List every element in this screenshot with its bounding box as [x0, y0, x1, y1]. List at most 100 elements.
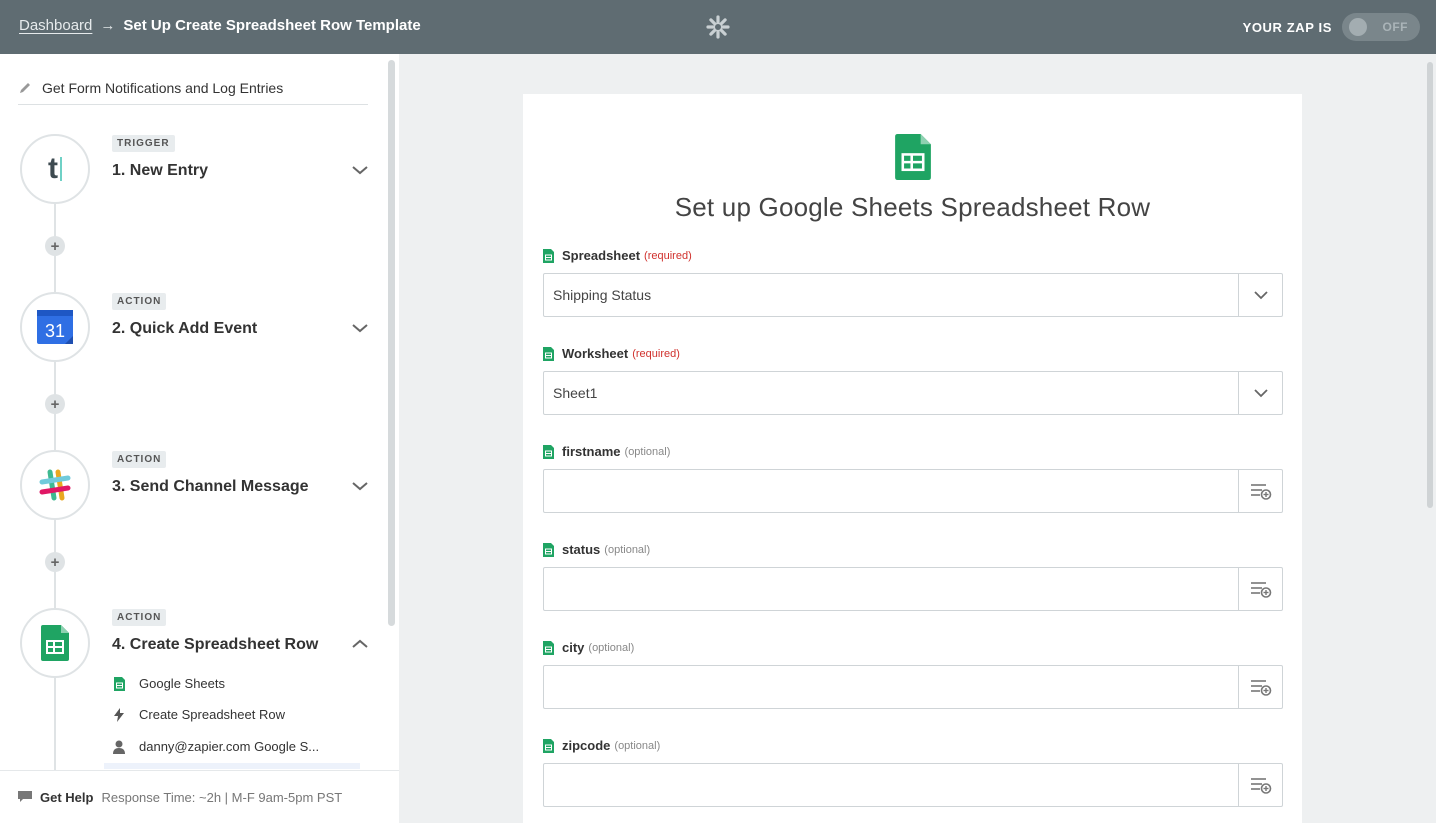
chevron-down-icon — [1253, 290, 1268, 299]
setup-card: Set up Google Sheets Spreadsheet Row Spr… — [523, 94, 1302, 823]
insert-field-button[interactable] — [1238, 764, 1282, 806]
google-calendar-icon: 31 — [37, 310, 73, 344]
toggle-knob — [1349, 18, 1367, 36]
step-4-icon-circle[interactable] — [20, 608, 90, 678]
step-4-action-item[interactable]: Create Spreadsheet Row — [112, 707, 285, 722]
chat-bubble-icon — [18, 791, 32, 802]
response-time-text: Response Time: ~2h | M-F 9am-5pm PST — [101, 789, 343, 805]
google-sheets-icon — [895, 134, 931, 180]
chevron-up-icon[interactable] — [351, 638, 369, 650]
chevron-down-icon[interactable] — [351, 480, 369, 492]
city-input[interactable] — [543, 665, 1283, 709]
lightning-icon — [112, 707, 126, 722]
toggle-state-label: OFF — [1382, 20, 1408, 34]
google-sheets-icon — [112, 676, 126, 691]
add-step-button[interactable]: + — [45, 394, 65, 414]
zap-status-label: YOUR ZAP IS — [1242, 19, 1332, 35]
dropdown-toggle-button[interactable] — [1238, 372, 1282, 414]
google-sheets-icon — [543, 542, 554, 557]
zap-name[interactable]: Get Form Notifications and Log Entries — [18, 80, 368, 105]
user-icon — [112, 740, 126, 754]
top-bar: Dashboard → Set Up Create Spreadsheet Ro… — [0, 0, 1436, 54]
step-4-app-label: Google Sheets — [139, 676, 226, 691]
optional-hint: (optional) — [588, 641, 635, 654]
step-2-tag: ACTION — [112, 293, 167, 310]
city-label: city (optional) — [543, 640, 634, 655]
zapier-asterisk-icon[interactable] — [706, 15, 730, 39]
worksheet-dropdown[interactable]: Sheet1 — [543, 371, 1283, 415]
field-name: status — [562, 542, 601, 557]
step-3-tag: ACTION — [112, 451, 167, 468]
main-scrollbar[interactable] — [1427, 62, 1433, 508]
google-sheets-icon — [543, 248, 554, 263]
step-4-account-item[interactable]: danny@zapier.com Google S... — [112, 739, 319, 754]
chevron-down-icon[interactable] — [351, 322, 369, 334]
sidebar-scrollbar[interactable] — [388, 60, 395, 626]
google-sheets-icon — [41, 625, 69, 661]
spreadsheet-label: Spreadsheet (required) — [543, 248, 692, 263]
sidebar-footer: Get Help Response Time: ~2h | M-F 9am-5p… — [0, 770, 399, 823]
insert-data-icon — [1250, 778, 1271, 794]
add-step-button[interactable]: + — [45, 236, 65, 256]
pencil-icon — [20, 83, 30, 93]
typeform-letter: t — [48, 152, 58, 185]
required-hint: (required) — [632, 347, 680, 360]
insert-field-button[interactable] — [1238, 470, 1282, 512]
step-4-title[interactable]: 4. Create Spreadsheet Row — [112, 636, 318, 654]
breadcrumb-arrow: → — [100, 17, 116, 34]
step-2-title[interactable]: 2. Quick Add Event — [112, 320, 257, 338]
field-name: firstname — [562, 444, 621, 459]
chevron-down-icon — [1253, 388, 1268, 397]
slack-icon — [39, 469, 71, 501]
zipcode-input[interactable] — [543, 763, 1283, 807]
firstname-input[interactable] — [543, 469, 1283, 513]
spreadsheet-dropdown[interactable]: Shipping Status — [543, 273, 1283, 317]
step-1-icon-circle[interactable]: t — [20, 134, 90, 204]
step-1-title[interactable]: 1. New Entry — [112, 162, 208, 180]
step-4-tag: ACTION — [112, 609, 167, 626]
zap-status: YOUR ZAP IS OFF — [1243, 13, 1420, 41]
insert-data-icon — [1250, 582, 1271, 598]
dropdown-toggle-button[interactable] — [1238, 274, 1282, 316]
optional-hint: (optional) — [604, 543, 651, 556]
step-4-account-label: danny@zapier.com Google S... — [139, 739, 320, 754]
step-4-app-item[interactable]: Google Sheets — [112, 676, 225, 691]
calendar-day: 31 — [45, 321, 65, 341]
google-sheets-icon — [543, 640, 554, 655]
breadcrumb: Dashboard → Set Up Create Spreadsheet Ro… — [19, 17, 421, 34]
field-name: Worksheet — [562, 346, 629, 361]
insert-field-button[interactable] — [1238, 568, 1282, 610]
status-input[interactable] — [543, 567, 1283, 611]
status-label: status (optional) — [543, 542, 650, 557]
insert-field-button[interactable] — [1238, 666, 1282, 708]
google-sheets-icon — [543, 738, 554, 753]
selected-item-highlight — [104, 763, 360, 769]
google-sheets-icon — [543, 346, 554, 361]
spreadsheet-value: Shipping Status — [553, 287, 652, 303]
required-hint: (required) — [644, 249, 692, 262]
step-4-action-label: Create Spreadsheet Row — [139, 707, 285, 722]
firstname-label: firstname (optional) — [543, 444, 670, 459]
typeform-icon: t — [48, 152, 62, 186]
field-name: Spreadsheet — [562, 248, 641, 263]
zap-on-off-toggle[interactable]: OFF — [1342, 13, 1420, 41]
dashboard-link[interactable]: Dashboard — [19, 17, 92, 34]
google-sheets-icon — [543, 444, 554, 459]
chevron-down-icon[interactable] — [351, 164, 369, 176]
page-title: Set Up Create Spreadsheet Row Template — [123, 17, 421, 34]
get-help-link[interactable]: Get Help — [40, 790, 93, 805]
optional-hint: (optional) — [614, 739, 661, 752]
card-title: Set up Google Sheets Spreadsheet Row — [674, 192, 1151, 222]
zap-name-text: Get Form Notifications and Log Entries — [42, 80, 284, 96]
field-name: zipcode — [562, 738, 611, 753]
insert-data-icon — [1250, 484, 1271, 500]
step-2-icon-circle[interactable]: 31 — [20, 292, 90, 362]
step-1-tag: TRIGGER — [112, 135, 175, 152]
step-3-title[interactable]: 3. Send Channel Message — [112, 478, 309, 496]
add-step-button[interactable]: + — [45, 552, 65, 572]
field-name: city — [562, 640, 585, 655]
sidebar: Get Form Notifications and Log Entries t… — [0, 54, 399, 823]
insert-data-icon — [1250, 680, 1271, 696]
worksheet-label: Worksheet (required) — [543, 346, 680, 361]
step-3-icon-circle[interactable] — [20, 450, 90, 520]
